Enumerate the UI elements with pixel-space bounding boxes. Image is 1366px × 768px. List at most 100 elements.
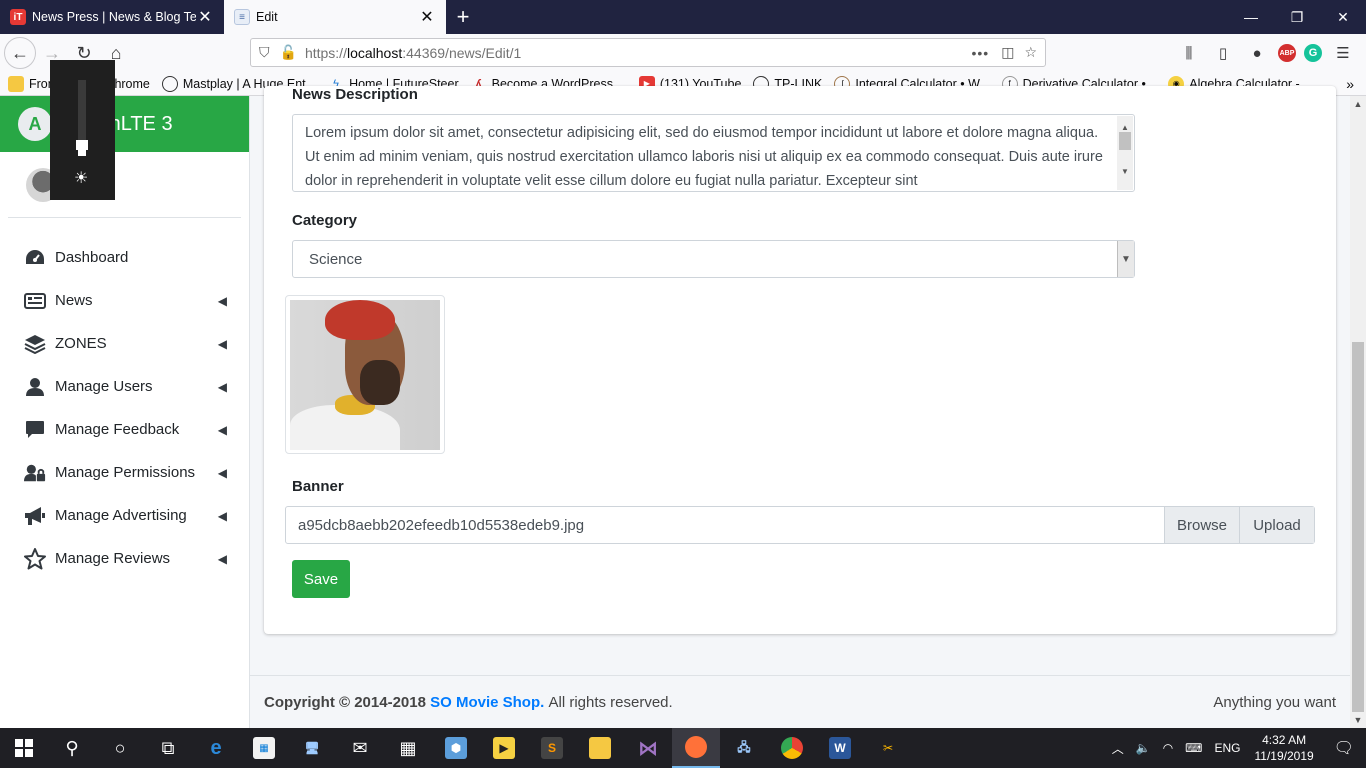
clock[interactable]: 4:32 AM 11/19/2019 — [1255, 732, 1314, 764]
task-view-icon[interactable]: ⧉ — [144, 728, 192, 768]
browser-tab[interactable]: iT News Press | News & Blog Tem ✕ — [0, 0, 224, 34]
search-icon[interactable]: ⚲ — [48, 728, 96, 768]
sidebar-item-manage-reviews[interactable]: Manage Reviews ◀ — [0, 537, 249, 580]
back-arrow-icon[interactable]: ← — [4, 37, 36, 69]
banner-file-input[interactable]: a95dcb8aebb202efeedb10d5538edeb9.jpg Bro… — [285, 506, 1315, 544]
chevron-left-icon: ◀ — [217, 293, 227, 308]
sniping-tool-icon[interactable]: ✂ — [864, 728, 912, 768]
chevron-down-icon[interactable]: ▼ — [1117, 241, 1134, 277]
url-host: localhost — [346, 44, 403, 61]
star-icon — [24, 547, 46, 570]
url-scheme: https:// — [304, 44, 347, 61]
footer: Copyright © 2014-2018 SO Movie Shop. All… — [250, 675, 1350, 728]
scrollbar-thumb[interactable] — [1119, 132, 1131, 150]
banner-label: Banner — [292, 478, 344, 495]
close-window-icon[interactable]: ✕ — [1320, 0, 1366, 34]
sidebar-toggle-icon[interactable]: ▯ — [1210, 40, 1236, 66]
notifications-icon[interactable]: 🗨 — [1334, 738, 1354, 758]
browser-tab-active[interactable]: ≡ Edit ✕ — [224, 0, 446, 34]
scroll-down-icon[interactable]: ▼ — [1350, 712, 1366, 728]
new-tab-icon[interactable]: + — [446, 0, 480, 34]
scroll-up-icon[interactable]: ▲ — [1350, 96, 1366, 112]
bullhorn-icon — [24, 505, 46, 527]
sidebar-item-manage-users[interactable]: Manage Users ◀ — [0, 365, 249, 408]
banner-image — [290, 300, 440, 450]
sidebar-item-dashboard[interactable]: Dashboard — [0, 236, 249, 279]
page-scrollbar[interactable]: ▲ ▼ — [1350, 96, 1366, 728]
media-player-icon[interactable]: ▶ — [480, 728, 528, 768]
sublime-text-icon[interactable]: S — [528, 728, 576, 768]
shield-icon[interactable]: ⛉ — [259, 44, 270, 61]
store-icon[interactable]: ▦ — [240, 728, 288, 768]
sidebar-item-zones[interactable]: ZONES ◀ — [0, 322, 249, 365]
word-icon[interactable]: W — [816, 728, 864, 768]
page-scrollbar-thumb[interactable] — [1352, 342, 1364, 712]
wifi-icon[interactable]: ◠ — [1163, 741, 1173, 755]
visual-studio-icon[interactable]: ⋈ — [624, 728, 672, 768]
tachometer-icon — [24, 247, 46, 269]
content-wrapper: News Description Lorem ipsum dolor sit a… — [250, 86, 1350, 728]
file-explorer-icon[interactable] — [576, 728, 624, 768]
sidebar-item-manage-advertising[interactable]: Manage Advertising ◀ — [0, 494, 249, 537]
scroll-down-icon[interactable]: ▼ — [1121, 160, 1129, 184]
newspaper-icon — [24, 290, 46, 312]
show-hidden-icons-icon[interactable]: ︿ — [1112, 740, 1124, 757]
page-actions-icon[interactable]: ••• — [971, 45, 989, 61]
language-indicator[interactable]: ENG — [1215, 741, 1241, 755]
calculator-icon[interactable]: ▦ — [384, 728, 432, 768]
sidebar-item-manage-feedback[interactable]: Manage Feedback ◀ — [0, 408, 249, 451]
description-text: Lorem ipsum dolor sit amet, consectetur … — [305, 125, 1103, 189]
library-icon[interactable]: ⫼ — [1176, 40, 1202, 66]
box-app-icon[interactable]: ⬢ — [432, 728, 480, 768]
user-panel[interactable]: admin — [8, 152, 241, 218]
close-tab-icon[interactable]: ✕ — [418, 7, 436, 27]
chevron-left-icon: ◀ — [217, 379, 227, 394]
mail-icon[interactable]: ✉ — [336, 728, 384, 768]
remote-desktop-icon[interactable]: 🖧 — [720, 728, 768, 768]
sun-icon: ☀ — [74, 170, 89, 187]
sidebar-item-label: Manage Permissions — [55, 464, 196, 481]
sidebar-item-label: Manage Advertising — [55, 507, 187, 524]
footer-right-text: Anything you want — [1213, 693, 1336, 711]
minimize-icon[interactable]: — — [1228, 0, 1274, 34]
firefox-icon[interactable] — [672, 728, 720, 768]
textarea-scrollbar[interactable]: ▲ ▼ — [1117, 116, 1133, 190]
sidebar-item-label: Manage Reviews — [55, 550, 171, 567]
edge-icon[interactable]: e — [192, 728, 240, 768]
toolbar-right: ⫼ ▯ ● ABP G ☰ — [1176, 40, 1356, 66]
footer-brand-link[interactable]: SO Movie Shop. — [430, 694, 544, 711]
description-textarea[interactable]: Lorem ipsum dolor sit amet, consectetur … — [292, 114, 1135, 192]
volume-icon[interactable]: 🔈 — [1136, 741, 1151, 755]
pocket-icon[interactable]: ◫ — [1001, 44, 1014, 61]
category-select[interactable]: Science ▼ — [292, 240, 1135, 278]
keyboard-icon[interactable]: ⌨ — [1185, 741, 1202, 755]
brand-link[interactable]: A AdminLTE 3 — [0, 96, 249, 152]
lock-warning-icon[interactable]: 🔓 — [280, 44, 297, 61]
bookmark-star-icon[interactable]: ☆ — [1024, 44, 1037, 61]
save-button[interactable]: Save — [292, 560, 350, 598]
sidebar-item-manage-permissions[interactable]: Manage Permissions ◀ — [0, 451, 249, 494]
account-icon[interactable]: ● — [1244, 40, 1270, 66]
url-bar[interactable]: ⛉ 🔓 https://localhost:44369/news/Edit/1 … — [250, 38, 1046, 67]
brightness-slider-thumb[interactable] — [76, 140, 88, 150]
sidebar-item-news[interactable]: News ◀ — [0, 279, 249, 322]
banner-filename: a95dcb8aebb202efeedb10d5538edeb9.jpg — [298, 516, 585, 534]
sidebar-item-label: ZONES — [55, 335, 107, 352]
folder-icon — [8, 75, 24, 92]
sidebar-menu: Dashboard News ◀ ZONES ◀ Manage Users ◀ … — [0, 218, 249, 580]
windows-start-icon[interactable] — [0, 728, 48, 768]
more-bookmarks-icon[interactable]: » — [1346, 76, 1354, 92]
restore-icon[interactable]: ❐ — [1274, 0, 1320, 34]
chevron-left-icon: ◀ — [217, 508, 227, 523]
close-tab-icon[interactable]: ✕ — [196, 7, 214, 27]
browse-button[interactable]: Browse — [1164, 507, 1239, 543]
window-controls: — ❐ ✕ — [1228, 0, 1366, 34]
chrome-icon[interactable] — [768, 728, 816, 768]
adblock-icon[interactable]: ABP — [1278, 44, 1296, 62]
cortana-icon[interactable]: ○ — [96, 728, 144, 768]
network-manager-icon[interactable]: 🖥 — [288, 728, 336, 768]
grammarly-icon[interactable]: G — [1304, 44, 1322, 62]
upload-button[interactable]: Upload — [1239, 507, 1314, 543]
menu-icon[interactable]: ☰ — [1330, 40, 1356, 66]
sidebar-item-label: Dashboard — [55, 249, 129, 266]
